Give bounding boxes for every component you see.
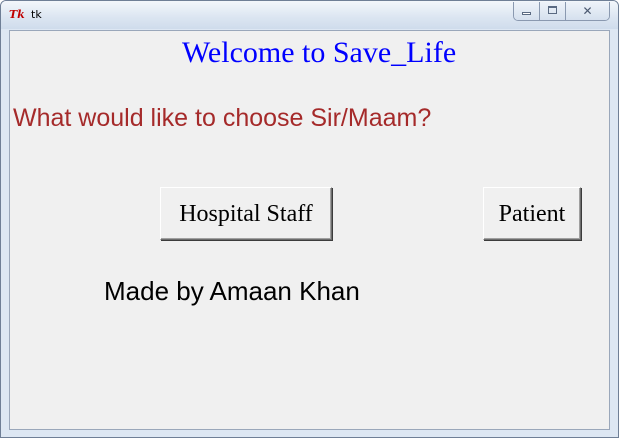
author-credit: Made by Amaan Khan: [104, 276, 360, 306]
minimize-button[interactable]: [514, 2, 540, 20]
close-icon: ✕: [582, 4, 593, 18]
app-window: Tk tk ✕ Welcome to Save_Life What would …: [0, 0, 619, 438]
maximize-button[interactable]: [540, 2, 566, 20]
hospital-staff-button[interactable]: Hospital Staff: [160, 187, 332, 240]
choice-question: What would like to choose Sir/Maam?: [13, 104, 432, 132]
welcome-heading: Welcome to Save_Life: [182, 36, 457, 69]
tk-feather-icon[interactable]: Tk: [9, 8, 25, 22]
window-controls: ✕: [513, 2, 610, 21]
main-content: Welcome to Save_Life What would like to …: [9, 30, 610, 430]
patient-button[interactable]: Patient: [483, 187, 581, 240]
close-button[interactable]: ✕: [566, 2, 609, 20]
maximize-icon: [548, 6, 557, 14]
minimize-icon: [522, 12, 531, 15]
title-bar[interactable]: Tk tk ✕: [1, 1, 618, 29]
window-title: tk: [31, 8, 42, 21]
